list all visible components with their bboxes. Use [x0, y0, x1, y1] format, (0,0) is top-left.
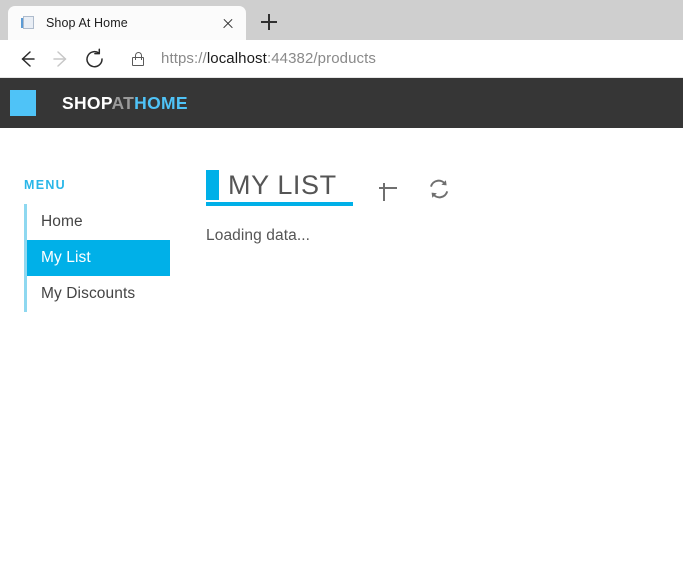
url-text: https://localhost:44382/products — [161, 50, 376, 67]
url-host: localhost — [206, 50, 267, 67]
lock-icon — [131, 51, 145, 67]
brand-part-at: AT — [111, 92, 135, 113]
page-favicon — [20, 15, 36, 31]
site-header: SHOPATHOME — [0, 78, 683, 128]
forward-arrow-icon — [44, 42, 78, 76]
brand-name[interactable]: SHOPATHOME — [62, 93, 188, 114]
browser-toolbar: https://localhost:44382/products — [0, 40, 683, 78]
refresh-icon — [429, 179, 448, 198]
sidebar-item-label: Home — [41, 213, 83, 230]
new-tab-button[interactable] — [254, 7, 284, 37]
sidebar-item-my-list[interactable]: My List — [27, 240, 170, 276]
tab-title: Shop At Home — [46, 16, 128, 30]
page-viewport: SHOPATHOME MENU Home My List My Discount… — [0, 78, 683, 563]
page-title: MY LIST — [206, 170, 353, 206]
sidebar-heading: MENU — [24, 178, 67, 192]
sidebar-item-home[interactable]: Home — [27, 204, 195, 240]
url-scheme: https:// — [161, 50, 207, 67]
sidebar-item-label: My Discounts — [41, 285, 136, 302]
refresh-list-button[interactable] — [426, 176, 452, 202]
sidebar-item-my-discounts[interactable]: My Discounts — [27, 276, 195, 312]
tab-strip: Shop At Home — [0, 0, 683, 40]
reload-icon[interactable] — [78, 42, 112, 76]
sidebar: MENU Home My List My Discounts — [0, 128, 195, 312]
browser-tab-shop-at-home[interactable]: Shop At Home — [8, 6, 246, 40]
sidebar-item-label: My List — [41, 249, 91, 266]
browser-window: Shop At Home https://localhost:44382/pro… — [0, 0, 683, 563]
page-title-row: MY LIST — [206, 170, 683, 206]
loading-status: Loading data... — [206, 227, 311, 244]
add-item-button[interactable] — [375, 175, 401, 202]
url-path: :44382/products — [266, 50, 377, 67]
page-body: MENU Home My List My Discounts MY LIST L… — [0, 128, 683, 312]
page-title-text: MY LIST — [228, 169, 337, 200]
address-bar[interactable]: https://localhost:44382/products — [120, 43, 677, 74]
close-icon[interactable] — [218, 13, 238, 33]
main-content: MY LIST Loading data... — [195, 128, 683, 245]
brand-part-home: HOME — [134, 92, 188, 113]
brand-part-shop: SHOP — [62, 92, 112, 113]
brand-logo-square-icon — [10, 90, 36, 116]
title-accent-block — [206, 170, 219, 200]
back-arrow-icon[interactable] — [10, 42, 44, 76]
sidebar-menu: Home My List My Discounts — [24, 204, 195, 312]
